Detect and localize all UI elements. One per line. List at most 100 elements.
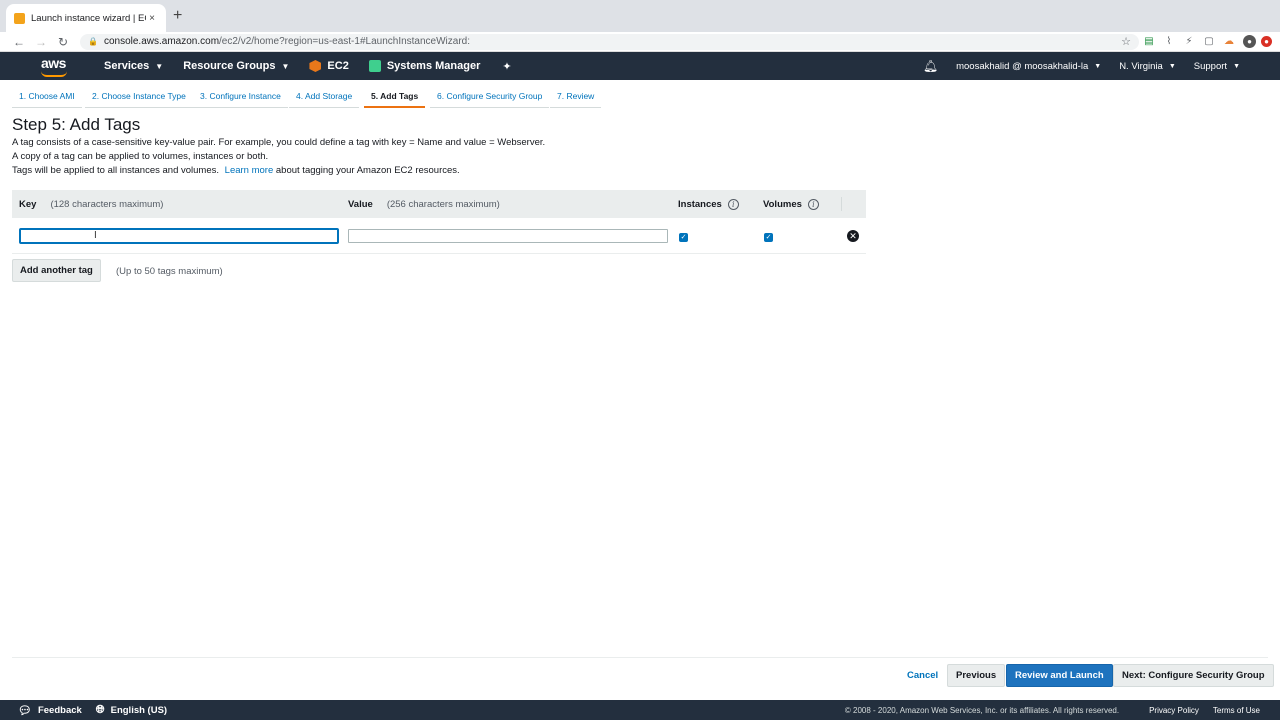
browser-tab-title: Launch instance wizard | EC2 M: [31, 12, 146, 24]
desc-line-1: A tag consists of a case-sensitive key-v…: [12, 137, 546, 148]
extension-alert-icon[interactable]: ●: [1261, 36, 1272, 47]
support-label: Support: [1193, 60, 1228, 72]
url-path: /ec2/v2/home?region=us-east-1#LaunchInst…: [219, 36, 471, 47]
feedback-label: Feedback: [37, 704, 82, 716]
instances-header-label: Instances: [678, 198, 722, 210]
add-another-tag-button[interactable]: Add another tag: [12, 259, 101, 282]
nav-right-group: 🔔︎ moosakhalid @ moosakhalid-la ▼ N. Vir…: [923, 59, 1280, 73]
instances-column-header: Instances i: [678, 198, 763, 210]
key-column-header: Key (128 characters maximum): [12, 199, 348, 210]
language-label: English (US): [110, 704, 168, 716]
footer-divider: [12, 657, 1268, 658]
tag-value-input[interactable]: [348, 229, 668, 243]
desc-line-3-tail: about tagging your Amazon EC2 resources.: [275, 165, 460, 176]
tags-table-header: Key (128 characters maximum) Value (256 …: [12, 190, 866, 218]
new-tab-icon[interactable]: +: [173, 7, 182, 25]
learn-more-link[interactable]: Learn more: [225, 165, 274, 176]
feedback-link[interactable]: 💬︎ Feedback: [18, 704, 82, 717]
bookmark-star-icon[interactable]: ☆: [1121, 35, 1131, 48]
resource-groups-menu[interactable]: Resource Groups ▼: [183, 60, 289, 72]
cancel-button[interactable]: Cancel: [899, 664, 946, 687]
pin-icon[interactable]: ✦: [502, 60, 511, 73]
tags-table: Key (128 characters maximum) Value (256 …: [12, 190, 866, 254]
services-label: Services: [104, 60, 150, 72]
instances-checkbox[interactable]: ✓: [679, 233, 688, 242]
services-menu[interactable]: Services ▼: [104, 60, 163, 72]
value-header-label: Value: [348, 198, 373, 210]
remove-tag-icon[interactable]: ✕: [847, 230, 859, 242]
language-selector[interactable]: 🌐︎ English (US): [96, 704, 167, 717]
step-choose-instance-type[interactable]: 2. Choose Instance Type: [85, 80, 193, 108]
extension-tag-icon[interactable]: ⌇: [1159, 36, 1179, 47]
region-label: N. Virginia: [1119, 60, 1163, 72]
step-review[interactable]: 7. Review: [550, 80, 602, 108]
aws-smile-icon: [41, 71, 67, 77]
browser-tab-bar: Launch instance wizard | EC2 M × +: [0, 0, 1280, 32]
text-cursor-icon: I: [94, 230, 97, 241]
systems-manager-icon: [368, 60, 381, 72]
page-description: A tag consists of a case-sensitive key-v…: [12, 136, 545, 178]
account-menu[interactable]: moosakhalid @ moosakhalid-la ▼: [956, 61, 1101, 72]
aws-favicon-icon: [14, 12, 25, 24]
chevron-down-icon: ▼: [155, 61, 164, 71]
step-configure-security-group[interactable]: 6. Configure Security Group: [430, 80, 550, 108]
ec2-shortcut[interactable]: EC2: [309, 60, 349, 72]
terms-of-use-link[interactable]: Terms of Use: [1213, 706, 1260, 715]
wizard-steps: 1. Choose AMI 2. Choose Instance Type 3.…: [0, 80, 640, 108]
desc-line-2: A copy of a tag can be applied to volume…: [12, 151, 269, 162]
profile-avatar-icon[interactable]: ●: [1243, 35, 1256, 48]
step-add-storage[interactable]: 4. Add Storage: [289, 80, 360, 108]
chevron-down-icon: ▼: [1168, 62, 1176, 70]
bell-icon[interactable]: 🔔︎: [923, 59, 938, 73]
info-icon[interactable]: i: [727, 198, 739, 210]
support-menu[interactable]: Support ▼: [1194, 61, 1240, 72]
key-header-label: Key: [19, 198, 37, 210]
browser-tab[interactable]: Launch instance wizard | EC2 M ×: [6, 4, 166, 32]
page-title: Step 5: Add Tags: [12, 115, 141, 134]
previous-button[interactable]: Previous: [947, 664, 1006, 687]
table-row: I ✓ ✓ ✕: [12, 218, 866, 254]
ec2-label: EC2: [327, 60, 349, 72]
copyright-text: © 2008 - 2020, Amazon Web Services, Inc.…: [844, 705, 1120, 715]
review-and-launch-button[interactable]: Review and Launch: [1006, 664, 1113, 687]
step-add-tags[interactable]: 5. Add Tags: [364, 80, 426, 108]
footer-right: © 2008 - 2020, Amazon Web Services, Inc.…: [845, 706, 1280, 715]
add-tag-hint: (Up to 50 tags maximum): [116, 266, 223, 277]
key-header-hint: (128 characters maximum): [50, 198, 164, 210]
close-tab-icon[interactable]: ×: [146, 13, 158, 24]
forward-icon[interactable]: →: [30, 35, 52, 49]
extension-cloud-icon[interactable]: ☁: [1219, 36, 1239, 47]
volumes-checkbox[interactable]: ✓: [764, 233, 773, 242]
privacy-policy-link[interactable]: Privacy Policy: [1149, 706, 1199, 715]
info-icon[interactable]: i: [807, 198, 819, 210]
desc-line-3-text: Tags will be applied to all instances an…: [12, 165, 220, 176]
chevron-down-icon: ▼: [281, 61, 290, 71]
desc-line-3: Tags will be applied to all instances an…: [12, 164, 545, 178]
region-menu[interactable]: N. Virginia ▼: [1119, 61, 1176, 72]
extension-bolt-icon[interactable]: ⚡: [1179, 36, 1199, 47]
account-label: moosakhalid @ moosakhalid-la: [956, 60, 1089, 72]
volumes-header-label: Volumes: [763, 198, 802, 210]
tag-key-input[interactable]: [19, 228, 339, 244]
footer-left: 💬︎ Feedback 🌐︎ English (US): [0, 704, 181, 717]
browser-address-bar: ← → ↻ 🔒 console.aws.amazon.com/ec2/v2/ho…: [0, 32, 1280, 52]
aws-logo[interactable]: aws: [0, 52, 90, 80]
url-input[interactable]: 🔒 console.aws.amazon.com/ec2/v2/home?reg…: [80, 33, 1139, 50]
globe-icon: 🌐︎: [95, 703, 105, 716]
next-configure-security-group-button[interactable]: Next: Configure Security Group: [1113, 664, 1274, 687]
step-configure-instance[interactable]: 3. Configure Instance: [193, 80, 288, 108]
value-header-hint: (256 characters maximum): [386, 198, 500, 210]
ec2-icon: [309, 60, 322, 72]
resource-groups-label: Resource Groups: [183, 60, 276, 72]
console-footer: 💬︎ Feedback 🌐︎ English (US) © 2008 - 202…: [0, 700, 1280, 720]
reload-icon[interactable]: ↻: [52, 35, 74, 49]
extension-sheet-icon[interactable]: ▤: [1139, 36, 1159, 47]
back-icon[interactable]: ←: [8, 35, 30, 49]
chevron-down-icon: ▼: [1094, 62, 1102, 70]
systems-manager-shortcut[interactable]: Systems Manager ✦: [368, 60, 512, 73]
aws-top-nav: aws Services ▼ Resource Groups ▼ EC2 Sys…: [0, 52, 1280, 80]
step-choose-ami[interactable]: 1. Choose AMI: [12, 80, 82, 108]
aws-logo-text: aws: [41, 55, 66, 71]
speech-bubble-icon: 💬︎: [18, 704, 32, 717]
extension-page-icon[interactable]: ▢: [1199, 36, 1219, 47]
